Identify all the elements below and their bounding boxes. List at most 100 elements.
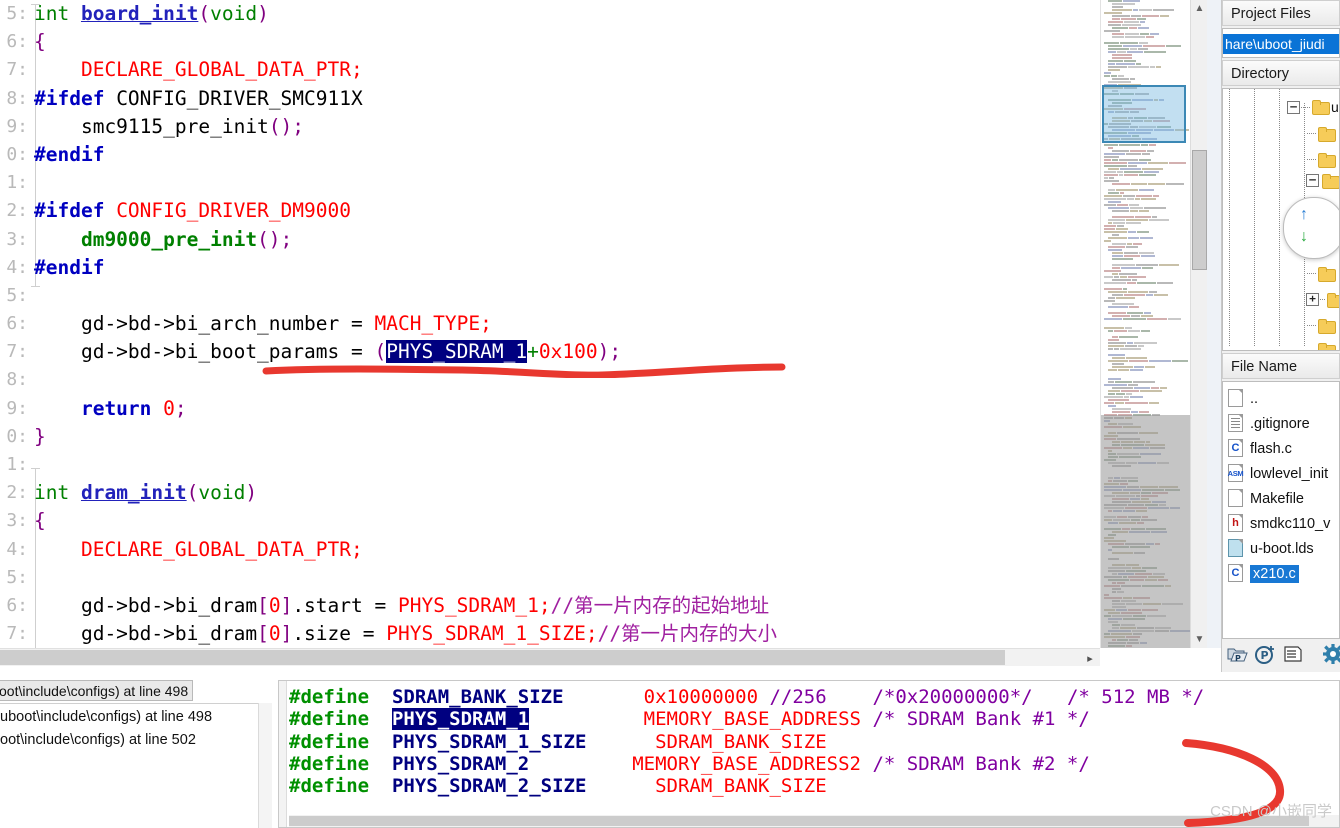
code-line[interactable]: } bbox=[34, 423, 1100, 451]
line-number: 8: bbox=[6, 87, 28, 109]
preview-scrollbar-thumb[interactable] bbox=[289, 816, 1309, 826]
project-toolbar[interactable]: P P bbox=[1222, 639, 1340, 669]
project-files-header[interactable]: Project Files bbox=[1222, 0, 1340, 26]
code-line[interactable]: gd->bd->bi_boot_params = (PHYS_SDRAM_1+0… bbox=[34, 338, 1100, 366]
preview-gutter bbox=[279, 681, 287, 827]
scroll-down-arrow-icon[interactable]: ▼ bbox=[1191, 631, 1208, 648]
file-list-item[interactable]: .. bbox=[1223, 386, 1339, 411]
right-side-panel: Project Files hare\uboot_jiudi Directory… bbox=[1221, 0, 1340, 672]
code-line[interactable]: dm9000_pre_init(); bbox=[34, 226, 1100, 254]
folder-icon-child-7[interactable] bbox=[1318, 343, 1336, 350]
tree-hover-popup[interactable]: ↑ ↓ bbox=[1283, 197, 1339, 259]
line-number: 4: bbox=[6, 538, 28, 560]
line-number: 6: bbox=[6, 31, 28, 53]
line-number: 1: bbox=[6, 172, 28, 194]
tree-expander-expand-child-5[interactable]: + bbox=[1306, 293, 1319, 306]
code-line[interactable]: { bbox=[34, 28, 1100, 56]
header-preview-panel[interactable]: #define SDRAM_BANK_SIZE 0x10000000 //256… bbox=[278, 680, 1340, 828]
editor-vertical-scrollbar[interactable]: ▲ ▼ bbox=[1190, 0, 1207, 648]
minimap-line bbox=[1101, 282, 1190, 285]
source-code-text[interactable]: int board_init(void){ DECLARE_GLOBAL_DAT… bbox=[34, 0, 1100, 648]
c-file-icon: C bbox=[1228, 564, 1245, 583]
tree-expander-collapse-child-3[interactable]: – bbox=[1306, 174, 1319, 187]
code-line[interactable]: #ifdef CONFIG_DRIVER_DM9000 bbox=[34, 197, 1100, 225]
move-down-arrow-icon[interactable]: ↓ bbox=[1300, 228, 1308, 246]
file-list-item[interactable]: Cx210.c bbox=[1223, 561, 1339, 586]
preview-code-line[interactable]: #define PHYS_SDRAM_2 MEMORY_BASE_ADDRESS… bbox=[289, 753, 1204, 775]
file-list-item[interactable]: Makefile bbox=[1223, 486, 1339, 511]
folder-icon-child-1[interactable] bbox=[1318, 127, 1336, 142]
project-path-value[interactable]: hare\uboot_jiudi bbox=[1223, 34, 1339, 54]
directory-tree[interactable]: – ub – ↑ ↓ + bbox=[1222, 88, 1340, 351]
preview-code-line[interactable]: #define PHYS_SDRAM_2_SIZE SDRAM_BANK_SIZ… bbox=[289, 775, 1204, 797]
new-project-icon[interactable]: P bbox=[1254, 643, 1276, 665]
code-line[interactable]: { bbox=[34, 507, 1100, 535]
code-line[interactable]: #ifdef CONFIG_DRIVER_SMC911X bbox=[34, 85, 1100, 113]
preview-code-line[interactable]: #define SDRAM_BANK_SIZE 0x10000000 //256… bbox=[289, 686, 1204, 708]
file-name-list[interactable]: .. .gitignore Cflash.c ASM lowlevel_init Make… bbox=[1222, 381, 1340, 639]
project-path-bar[interactable]: hare\uboot_jiudi bbox=[1222, 28, 1340, 58]
code-line[interactable]: #endif bbox=[34, 141, 1100, 169]
editor-horizontal-scrollbar[interactable]: ▸ bbox=[0, 648, 1100, 666]
file-name-header[interactable]: File Name bbox=[1222, 353, 1340, 379]
tree-expander-collapse-root[interactable]: – bbox=[1287, 101, 1300, 114]
line-number: 0: bbox=[6, 425, 28, 447]
code-minimap[interactable] bbox=[1100, 0, 1190, 648]
minimap-line bbox=[1101, 348, 1190, 351]
code-line[interactable]: int dram_init(void) bbox=[34, 479, 1100, 507]
file-list-item[interactable]: h smdkc110_v bbox=[1223, 511, 1339, 536]
minimap-line bbox=[1101, 36, 1190, 39]
search-result-row[interactable]: uboot\include\configs) at line 498 bbox=[0, 706, 271, 729]
code-line[interactable] bbox=[34, 564, 1100, 592]
move-up-arrow-icon[interactable]: ↑ bbox=[1300, 206, 1308, 224]
svg-text:P: P bbox=[1261, 649, 1269, 662]
search-result-row[interactable]: oot\include\configs) at line 502 bbox=[0, 729, 271, 752]
code-line[interactable]: return 0; bbox=[34, 395, 1100, 423]
file-name-label: x210.c bbox=[1250, 564, 1299, 583]
search-results-scrollbar[interactable] bbox=[258, 703, 272, 828]
code-line[interactable]: int board_init(void) bbox=[34, 0, 1100, 28]
code-line[interactable]: gd->bd->bi_dram[0].start = PHYS_SDRAM_1;… bbox=[34, 592, 1100, 620]
code-line[interactable] bbox=[34, 451, 1100, 479]
file-type-letter: ASM bbox=[1227, 468, 1244, 478]
code-line[interactable]: smc9115_pre_init(); bbox=[34, 113, 1100, 141]
search-results-tab[interactable]: oot\include\configs) at line 498 bbox=[0, 680, 194, 701]
minimap-viewport-indicator[interactable] bbox=[1102, 85, 1186, 143]
folder-icon-child-4[interactable] bbox=[1318, 267, 1336, 282]
line-number: 9: bbox=[6, 397, 28, 419]
code-line[interactable]: gd->bd->bi_dram[0].size = PHYS_SDRAM_1_S… bbox=[34, 620, 1100, 648]
horizontal-scrollbar-thumb[interactable] bbox=[0, 650, 1005, 665]
code-line[interactable] bbox=[34, 366, 1100, 394]
list-view-icon[interactable] bbox=[1282, 643, 1304, 665]
code-line[interactable]: gd->bd->bi_arch_number = MACH_TYPE; bbox=[34, 310, 1100, 338]
preview-horizontal-scrollbar[interactable] bbox=[289, 815, 1339, 827]
code-line[interactable] bbox=[34, 282, 1100, 310]
preview-code-line[interactable]: #define PHYS_SDRAM_1 MEMORY_BASE_ADDRESS… bbox=[289, 708, 1204, 731]
scroll-up-arrow-icon[interactable]: ▲ bbox=[1191, 0, 1208, 17]
code-line[interactable]: DECLARE_GLOBAL_DATA_PTR; bbox=[34, 56, 1100, 84]
code-line[interactable]: #endif bbox=[34, 254, 1100, 282]
scroll-right-arrow-icon[interactable]: ▸ bbox=[1082, 649, 1098, 667]
file-list-item[interactable]: .gitignore bbox=[1223, 411, 1339, 436]
file-name-label: u-boot.lds bbox=[1250, 540, 1314, 557]
folder-icon-child-5[interactable] bbox=[1327, 293, 1339, 308]
file-list-item[interactable]: Cflash.c bbox=[1223, 436, 1339, 461]
preview-source-text[interactable]: #define SDRAM_BANK_SIZE 0x10000000 //256… bbox=[289, 686, 1204, 797]
add-project-icon[interactable]: P bbox=[1226, 643, 1248, 665]
file-name-label: .. bbox=[1250, 390, 1259, 407]
search-results-list[interactable]: uboot\include\configs) at line 498 oot\in… bbox=[0, 703, 272, 828]
settings-gear-icon[interactable] bbox=[1322, 643, 1340, 665]
file-list-item[interactable]: u-boot.lds bbox=[1223, 536, 1339, 561]
folder-icon-child-2[interactable] bbox=[1318, 153, 1336, 168]
editor-line-number-gutter: 5: 6: 7: 8: 9: 0: 1: 2: 3: 4: 5: 6: 7: 8: 9: 0: 1: 2: 3: 4:… bbox=[0, 0, 30, 648]
folder-icon-child-6[interactable] bbox=[1318, 319, 1336, 334]
preview-code-line[interactable]: #define PHYS_SDRAM_1_SIZE SDRAM_BANK_SIZ… bbox=[289, 731, 1204, 753]
code-line[interactable] bbox=[34, 169, 1100, 197]
vertical-scrollbar-thumb[interactable] bbox=[1192, 150, 1207, 270]
code-line[interactable]: DECLARE_GLOBAL_DATA_PTR; bbox=[34, 536, 1100, 564]
code-editor[interactable]: 5: 6: 7: 8: 9: 0: 1: 2: 3: 4: 5: 6: 7: 8: 9: 0: 1: 2: 3: 4:… bbox=[0, 0, 1100, 648]
text-lines-glyph bbox=[1231, 418, 1240, 428]
directory-header[interactable]: Directory bbox=[1222, 60, 1340, 86]
file-list-item[interactable]: ASM lowlevel_init bbox=[1223, 461, 1339, 486]
folder-icon-child-3[interactable] bbox=[1322, 174, 1339, 189]
